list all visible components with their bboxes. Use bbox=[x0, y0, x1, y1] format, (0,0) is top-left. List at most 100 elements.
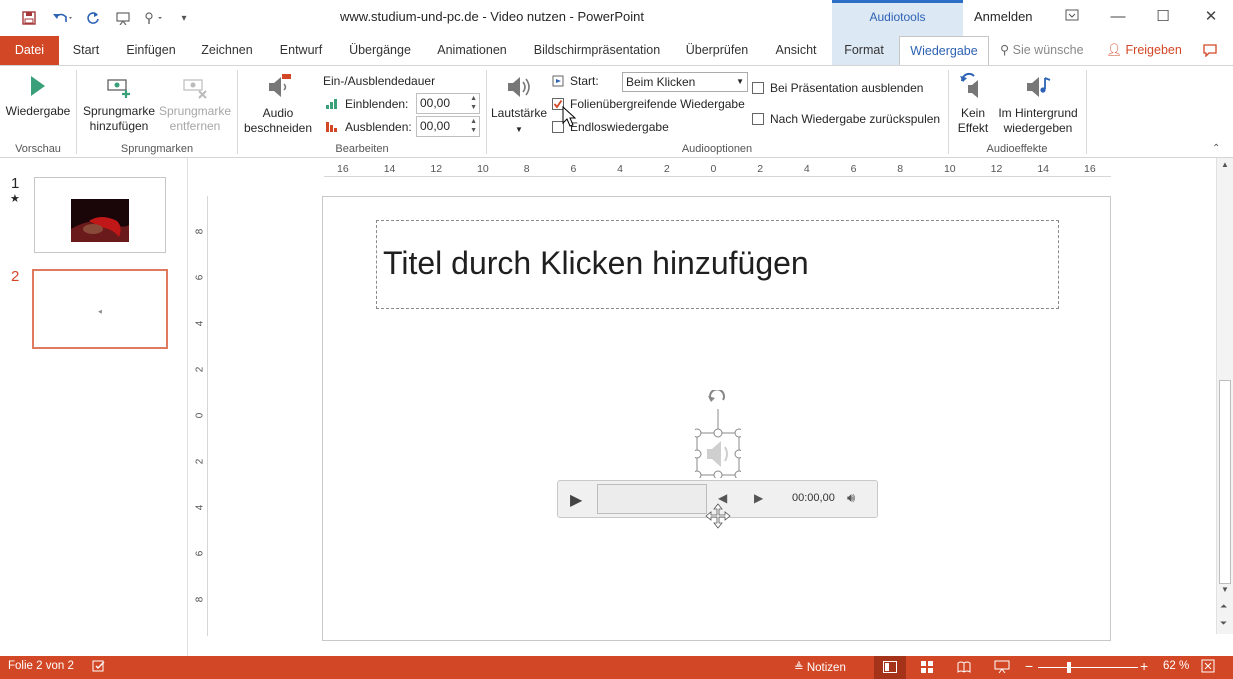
spellcheck-icon[interactable] bbox=[92, 659, 106, 676]
tab-slideshow[interactable]: Bildschirmpräsentation bbox=[528, 36, 666, 65]
ruler-tick-label: 8 bbox=[897, 163, 904, 175]
no-style-button[interactable]: Kein Effekt bbox=[952, 72, 994, 136]
save-icon[interactable] bbox=[18, 8, 40, 28]
spin-up-icon[interactable]: ▲ bbox=[470, 118, 477, 126]
group-separator bbox=[948, 70, 949, 154]
ruler-tick-label: 12 bbox=[990, 163, 1003, 175]
player-progress-track[interactable] bbox=[597, 484, 707, 514]
scroll-thumb[interactable] bbox=[1219, 380, 1231, 584]
rewind-after-playing-checkbox[interactable] bbox=[752, 113, 764, 125]
trim-audio-label-1: Audio bbox=[262, 106, 294, 120]
slideshow-icon[interactable] bbox=[994, 660, 1010, 677]
group-separator bbox=[237, 70, 238, 154]
hide-during-show-checkbox[interactable] bbox=[752, 82, 764, 94]
hide-during-show-label: Bei Präsentation ausblenden bbox=[770, 81, 924, 95]
scroll-down-icon[interactable]: ▼ bbox=[1221, 585, 1229, 594]
play-across-slides-label: Folienübergreifende Wiedergabe bbox=[570, 97, 745, 111]
mouse-cursor-icon bbox=[562, 106, 576, 127]
previous-slide-icon[interactable]: ⏶ bbox=[1220, 601, 1227, 612]
tab-format[interactable]: Format bbox=[836, 36, 892, 65]
remove-bookmark-button[interactable]: Sprungmarke entfernen bbox=[158, 72, 232, 134]
zoom-in-icon[interactable]: + bbox=[1140, 658, 1148, 674]
minimize-icon[interactable]: — bbox=[1103, 6, 1133, 28]
start-icon bbox=[552, 75, 564, 87]
play-in-background-button[interactable]: Im Hintergrund wiedergeben bbox=[994, 72, 1082, 136]
collapse-ribbon-icon[interactable]: ⌃ bbox=[1212, 143, 1220, 154]
volume-button[interactable]: Lautstärke ▼ bbox=[490, 72, 548, 137]
ruler-tick-label: 10 bbox=[943, 163, 956, 175]
fade-out-value: 00,00 bbox=[420, 119, 451, 133]
trim-audio-icon bbox=[269, 74, 291, 97]
tab-design[interactable]: Entwurf bbox=[272, 36, 330, 65]
close-icon[interactable]: ✕ bbox=[1196, 6, 1226, 28]
zoom-slider-thumb[interactable] bbox=[1066, 662, 1071, 673]
zoom-level[interactable]: 62 % bbox=[1163, 660, 1189, 672]
trim-audio-button[interactable]: Audio beschneiden bbox=[242, 72, 314, 136]
tab-review[interactable]: Überprüfen bbox=[680, 36, 754, 65]
tab-draw[interactable]: Zeichnen bbox=[196, 36, 258, 65]
group-separator bbox=[76, 70, 77, 154]
slide-thumbnail[interactable] bbox=[34, 177, 166, 253]
spin-down-icon[interactable]: ▼ bbox=[470, 104, 477, 112]
fade-out-spinner[interactable]: 00,00 ▲ ▼ bbox=[416, 116, 480, 137]
sign-in-link[interactable]: Anmelden bbox=[974, 9, 1033, 24]
undo-icon[interactable] bbox=[48, 8, 78, 28]
slide-canvas[interactable]: Titel durch Klicken hinzufügen ▶ ◀ ▶ 00:… bbox=[322, 196, 1111, 641]
share-button[interactable]: 👤︎ Freigeben bbox=[1104, 36, 1184, 65]
audio-thumbnail-icon: ◀ bbox=[98, 309, 102, 315]
player-forward-icon[interactable]: ▶ bbox=[754, 491, 763, 505]
tell-me-search[interactable]: ⚲ Sie wünsche bbox=[1000, 36, 1090, 65]
customize-qat-icon[interactable]: ▾ bbox=[176, 8, 192, 28]
comments-icon[interactable] bbox=[1198, 36, 1222, 65]
scroll-up-icon[interactable]: ▲ bbox=[1221, 160, 1229, 169]
title-placeholder[interactable]: Titel durch Klicken hinzufügen bbox=[376, 220, 1059, 309]
ruler-tick-label: 6 bbox=[850, 163, 857, 175]
vertical-scrollbar[interactable]: ▲ ▼ ⏶ ⏷ bbox=[1216, 158, 1233, 634]
presenter-icon[interactable] bbox=[112, 8, 134, 28]
start-select[interactable]: Beim Klicken ▼ bbox=[622, 72, 748, 92]
play-preview-button[interactable]: Wiedergabe bbox=[4, 72, 72, 119]
fade-duration-title: Ein-/Ausblendedauer bbox=[323, 74, 436, 88]
slide-number: 2 bbox=[11, 268, 20, 285]
normal-view-button[interactable] bbox=[874, 656, 906, 679]
add-bookmark-button[interactable]: Sprungmarke hinzufügen bbox=[82, 72, 156, 134]
ruler-tick-label: 8 bbox=[194, 596, 206, 603]
tab-view[interactable]: Ansicht bbox=[768, 36, 824, 65]
audio-object[interactable] bbox=[695, 390, 741, 478]
ruler-tick-label: 14 bbox=[383, 163, 396, 175]
tab-animations[interactable]: Animationen bbox=[430, 36, 514, 65]
context-tab-header: Audiotools bbox=[832, 0, 963, 36]
player-play-icon[interactable]: ▶ bbox=[570, 490, 582, 510]
tab-start[interactable]: Start bbox=[66, 36, 106, 65]
remove-bookmark-label-1: Sprungmarke bbox=[158, 104, 232, 118]
ruler-tick-label: 16 bbox=[337, 163, 349, 175]
touch-mode-icon[interactable] bbox=[139, 8, 167, 28]
fit-to-window-icon[interactable] bbox=[1201, 659, 1215, 676]
ribbon-display-icon[interactable] bbox=[1057, 6, 1087, 28]
repeat-icon[interactable] bbox=[83, 8, 103, 28]
ruler-tick-label: 6 bbox=[194, 274, 206, 281]
spin-down-icon[interactable]: ▼ bbox=[470, 127, 477, 135]
tab-file[interactable]: Datei bbox=[0, 36, 59, 65]
fade-in-spinner[interactable]: 00,00 ▲ ▼ bbox=[416, 93, 480, 114]
zoom-slider[interactable] bbox=[1038, 667, 1138, 668]
group-label-audio-styles: Audioeffekte bbox=[986, 143, 1048, 155]
player-volume-icon[interactable]: 🔊︎ bbox=[847, 490, 855, 506]
play-icon bbox=[31, 76, 45, 96]
ruler-tick-label: 2 bbox=[757, 163, 764, 175]
notes-button[interactable]: ≜ Notizen bbox=[794, 660, 846, 674]
reading-view-icon[interactable] bbox=[957, 660, 971, 677]
maximize-icon[interactable]: ☐ bbox=[1148, 6, 1178, 28]
title-placeholder-text: Titel durch Klicken hinzufügen bbox=[383, 245, 809, 281]
slide-sorter-icon[interactable] bbox=[920, 660, 934, 677]
next-slide-icon[interactable]: ⏷ bbox=[1220, 618, 1227, 629]
no-style-label-1: Kein bbox=[960, 106, 986, 120]
tab-transitions[interactable]: Übergänge bbox=[344, 36, 416, 65]
play-in-background-label-1: Im Hintergrund bbox=[998, 106, 1078, 120]
tab-insert[interactable]: Einfügen bbox=[120, 36, 182, 65]
spin-up-icon[interactable]: ▲ bbox=[470, 95, 477, 103]
slide-thumbnail-selected[interactable]: ◀ bbox=[32, 269, 168, 349]
tab-playback[interactable]: Wiedergabe bbox=[899, 36, 989, 65]
normal-view-icon bbox=[883, 661, 897, 673]
zoom-out-icon[interactable]: − bbox=[1025, 658, 1033, 674]
